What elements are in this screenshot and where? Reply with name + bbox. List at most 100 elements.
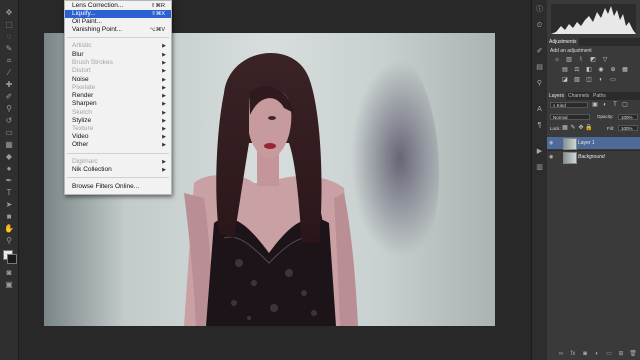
- posterize-icon[interactable]: ▧: [573, 77, 581, 83]
- exposure-icon[interactable]: ◩: [589, 57, 597, 63]
- background-color-swatch[interactable]: [7, 254, 17, 264]
- new-layer-icon[interactable]: ⊞: [617, 351, 625, 358]
- menu-item-texture[interactable]: Texture ▶: [65, 125, 171, 133]
- screen-mode-icon[interactable]: ▣: [3, 280, 15, 289]
- layers-tabbar: Layers Channels Paths: [547, 92, 640, 100]
- tab-channels[interactable]: Channels: [566, 92, 591, 100]
- info-icon[interactable]: ⓘ: [535, 6, 544, 14]
- invert-icon[interactable]: ◪: [561, 77, 569, 83]
- color-lookup-icon[interactable]: ▦: [621, 67, 629, 73]
- layer-style-icon[interactable]: fx: [569, 351, 577, 358]
- filter-adjustment-icon[interactable]: ◐: [601, 102, 609, 108]
- layer-row-background[interactable]: ◉ Background: [547, 150, 640, 164]
- curves-icon[interactable]: ⌇: [577, 57, 585, 63]
- history-icon[interactable]: ⏲: [535, 22, 544, 30]
- menu-item-noise[interactable]: Noise ▶: [65, 76, 171, 84]
- filter-pixel-icon[interactable]: ▣: [591, 102, 599, 108]
- menu-item-blur[interactable]: Blur ▶: [65, 51, 171, 59]
- paragraph-icon[interactable]: ¶: [535, 122, 544, 130]
- marquee-tool-icon[interactable]: ⬚: [3, 20, 15, 29]
- clone-stamp-tool-icon[interactable]: ⚲: [3, 104, 15, 113]
- photo-filter-icon[interactable]: ◉: [597, 67, 605, 73]
- fill-field[interactable]: 100%: [618, 125, 638, 131]
- add-mask-icon[interactable]: ◙: [581, 351, 589, 358]
- submenu-arrow-icon: ▶: [162, 52, 166, 58]
- trash-icon[interactable]: 🗑: [629, 351, 637, 358]
- menu-item-brush-strokes[interactable]: Brush Strokes ▶: [65, 59, 171, 67]
- type-tool-icon[interactable]: T: [3, 188, 15, 197]
- layer-filter-kind[interactable]: ⌕ Kind: [550, 102, 588, 108]
- menu-item-oil-paint[interactable]: Oil Paint...: [65, 18, 171, 26]
- visibility-eye-icon[interactable]: ◉: [549, 140, 553, 146]
- filter-shape-icon[interactable]: ▢: [621, 102, 629, 108]
- tab-layers[interactable]: Layers: [547, 92, 567, 100]
- hue-saturation-icon[interactable]: ▤: [561, 67, 569, 73]
- menu-item-stylize[interactable]: Stylize ▶: [65, 117, 171, 125]
- blur-tool-icon[interactable]: ◆: [3, 152, 15, 161]
- color-balance-icon[interactable]: ⚖: [573, 67, 581, 73]
- tab-adjustments[interactable]: Adjustments: [547, 38, 579, 46]
- new-adjustment-icon[interactable]: ◐: [593, 351, 601, 358]
- menu-item-lens-correction[interactable]: Lens Correction... ⇧⌘R: [65, 2, 171, 10]
- threshold-icon[interactable]: ◫: [585, 77, 593, 83]
- selective-color-icon[interactable]: ◐: [597, 77, 605, 83]
- filter-type-icon[interactable]: T: [611, 102, 619, 108]
- character-icon[interactable]: A: [535, 106, 544, 114]
- path-select-tool-icon[interactable]: ➤: [3, 200, 15, 209]
- menu-item-render[interactable]: Render ▶: [65, 92, 171, 100]
- opacity-field[interactable]: 100%: [618, 114, 638, 120]
- link-layers-icon[interactable]: ∞: [557, 351, 565, 358]
- healing-brush-tool-icon[interactable]: ✚: [3, 80, 15, 89]
- submenu-arrow-icon: ▶: [162, 126, 166, 132]
- gradient-map-icon[interactable]: ▭: [609, 77, 617, 83]
- zoom-tool-icon[interactable]: ⚲: [3, 236, 15, 245]
- menu-item-liquify[interactable]: Liquify... ⇧⌘X: [65, 10, 171, 18]
- tab-paths[interactable]: Paths: [591, 92, 608, 100]
- lasso-tool-icon[interactable]: ◌: [3, 32, 15, 41]
- layer-row-layer-1[interactable]: ◉ Layer 1: [547, 137, 640, 150]
- actions-icon[interactable]: ▶: [535, 148, 544, 156]
- menu-item-sketch[interactable]: Sketch ▶: [65, 109, 171, 117]
- menu-item-browse-filters-online[interactable]: Browse Filters Online...: [65, 183, 171, 191]
- lock-transparent-icon[interactable]: ▦: [561, 125, 569, 131]
- menu-item-sharpen[interactable]: Sharpen ▶: [65, 100, 171, 108]
- properties-icon[interactable]: ▥: [535, 164, 544, 172]
- menu-item-artistic[interactable]: Artistic ▶: [65, 42, 171, 50]
- lock-position-icon[interactable]: ✥: [577, 125, 585, 131]
- eyedropper-tool-icon[interactable]: ⁄: [3, 68, 15, 77]
- menu-item-video[interactable]: Video ▶: [65, 133, 171, 141]
- menu-item-other[interactable]: Other ▶: [65, 141, 171, 149]
- brush-settings-icon[interactable]: ✐: [535, 48, 544, 56]
- brightness-contrast-icon[interactable]: ☼: [553, 57, 561, 63]
- menu-item-nik-collection[interactable]: Nik Collection ▶: [65, 166, 171, 174]
- crop-tool-icon[interactable]: ⌗: [3, 56, 15, 65]
- channel-mixer-icon[interactable]: ⊕: [609, 67, 617, 73]
- brushes-icon[interactable]: ▤: [535, 64, 544, 72]
- menu-item-vanishing-point[interactable]: Vanishing Point... ⌥⌘V: [65, 26, 171, 34]
- dodge-tool-icon[interactable]: ●: [3, 164, 15, 173]
- submenu-arrow-icon: ▶: [162, 118, 166, 124]
- history-brush-tool-icon[interactable]: ↺: [3, 116, 15, 125]
- lock-label: Lock:: [550, 126, 561, 131]
- lock-all-icon[interactable]: 🔒: [585, 125, 593, 131]
- gradient-tool-icon[interactable]: ▦: [3, 140, 15, 149]
- menu-item-distort[interactable]: Distort ▶: [65, 67, 171, 75]
- hand-tool-icon[interactable]: ✋: [3, 224, 15, 233]
- black-white-icon[interactable]: ◧: [585, 67, 593, 73]
- brush-tool-icon[interactable]: ✐: [3, 92, 15, 101]
- quick-select-tool-icon[interactable]: ✎: [3, 44, 15, 53]
- vibrance-icon[interactable]: ▽: [601, 57, 609, 63]
- new-group-icon[interactable]: ▭: [605, 351, 613, 358]
- clone-source-icon[interactable]: ⚲: [535, 80, 544, 88]
- eraser-tool-icon[interactable]: ▭: [3, 128, 15, 137]
- blend-mode-select[interactable]: Normal: [550, 114, 590, 120]
- shape-tool-icon[interactable]: ■: [3, 212, 15, 221]
- pen-tool-icon[interactable]: ✒: [3, 176, 15, 185]
- quick-mask-icon[interactable]: ◙: [3, 268, 15, 277]
- lock-pixels-icon[interactable]: ✎: [569, 125, 577, 131]
- levels-icon[interactable]: ▥: [565, 57, 573, 63]
- menu-item-pixelate[interactable]: Pixelate ▶: [65, 84, 171, 92]
- menu-item-digimarc[interactable]: Digimarc ▶: [65, 158, 171, 166]
- move-tool-icon[interactable]: ✥: [3, 8, 15, 17]
- visibility-eye-icon[interactable]: ◉: [549, 154, 553, 160]
